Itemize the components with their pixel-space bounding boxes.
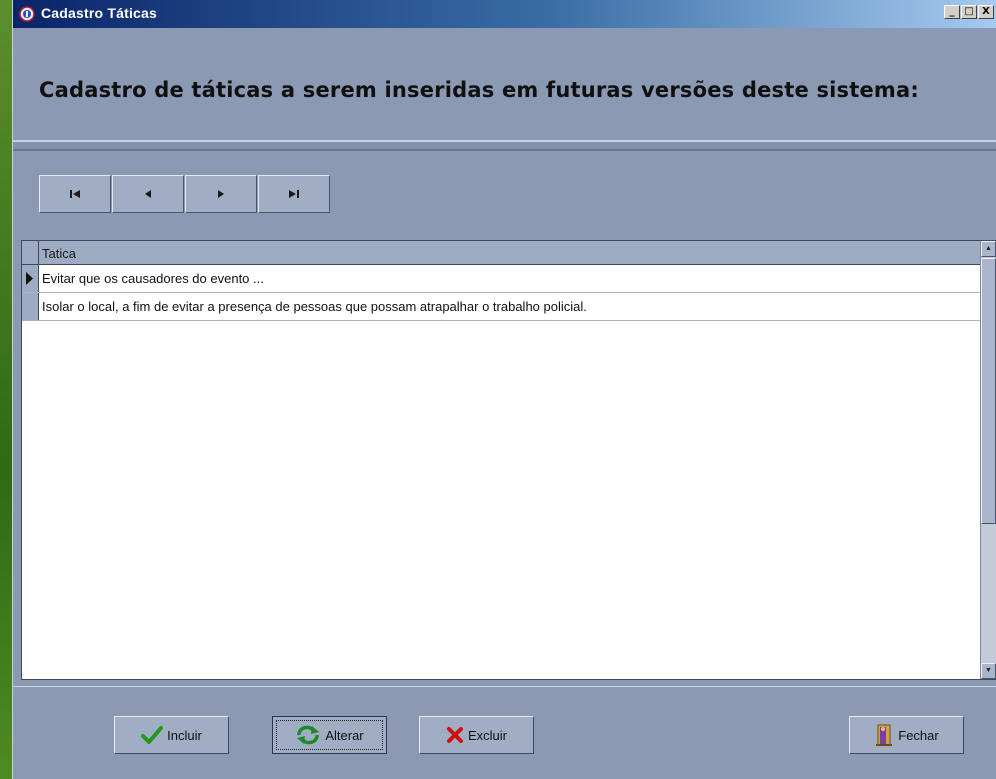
fechar-label: Fechar [898, 727, 939, 743]
alterar-button[interactable]: Alterar [272, 716, 387, 754]
last-icon [289, 190, 299, 198]
record-navigator [39, 175, 331, 213]
excluir-label: Excluir [467, 727, 507, 743]
page-heading: Cadastro de táticas a serem inseridas em… [39, 78, 919, 102]
close-button[interactable]: X [978, 5, 994, 19]
excluir-button[interactable]: Excluir [419, 716, 534, 754]
table-row[interactable]: Isolar o local, a fim de evitar a presen… [22, 293, 980, 321]
first-icon [70, 190, 80, 198]
maximize-button[interactable]: □ [961, 5, 977, 19]
tactics-grid[interactable]: Tatica Evitar que os causadores do event… [21, 240, 996, 680]
app-window: Cadastro Táticas _ □ X Cadastro de tátic… [12, 0, 996, 779]
refresh-icon [297, 725, 320, 745]
title-bar[interactable]: Cadastro Táticas _ □ X [13, 0, 996, 28]
incluir-label: Incluir [167, 727, 202, 743]
vertical-scrollbar[interactable]: ▲ ▼ [980, 241, 996, 679]
current-row-arrow-icon [26, 272, 33, 285]
grid-header: Tatica [22, 241, 980, 265]
prior-record-button[interactable] [112, 175, 184, 213]
exit-door-icon [876, 724, 893, 746]
header-separator [13, 140, 996, 151]
row-indicator[interactable] [22, 293, 39, 320]
table-row[interactable]: Evitar que os causadores do evento ... [22, 265, 980, 293]
window-title: Cadastro Táticas [41, 5, 158, 21]
header-indicator-cell [22, 241, 39, 264]
app-icon [19, 6, 35, 22]
next-icon [218, 190, 224, 198]
fechar-button[interactable]: Fechar [849, 716, 964, 754]
desktop-background [0, 0, 12, 779]
cell-tatica[interactable]: Isolar o local, a fim de evitar a presen… [42, 299, 587, 314]
first-record-button[interactable] [39, 175, 111, 213]
alterar-label: Alterar [325, 727, 364, 743]
scroll-down-button[interactable]: ▼ [981, 663, 996, 679]
check-icon [141, 726, 164, 744]
delete-x-icon [446, 727, 463, 743]
cell-tatica[interactable]: Evitar que os causadores do evento ... [42, 271, 264, 286]
scroll-thumb[interactable] [981, 258, 996, 524]
incluir-button[interactable]: Incluir [114, 716, 229, 754]
prior-icon [145, 190, 151, 198]
footer-separator [13, 686, 996, 690]
scroll-up-button[interactable]: ▲ [981, 241, 996, 257]
next-record-button[interactable] [185, 175, 257, 213]
minimize-button[interactable]: _ [944, 5, 960, 19]
last-record-button[interactable] [258, 175, 330, 213]
column-header-tatica[interactable]: Tatica [42, 246, 76, 261]
row-indicator[interactable] [22, 265, 39, 292]
